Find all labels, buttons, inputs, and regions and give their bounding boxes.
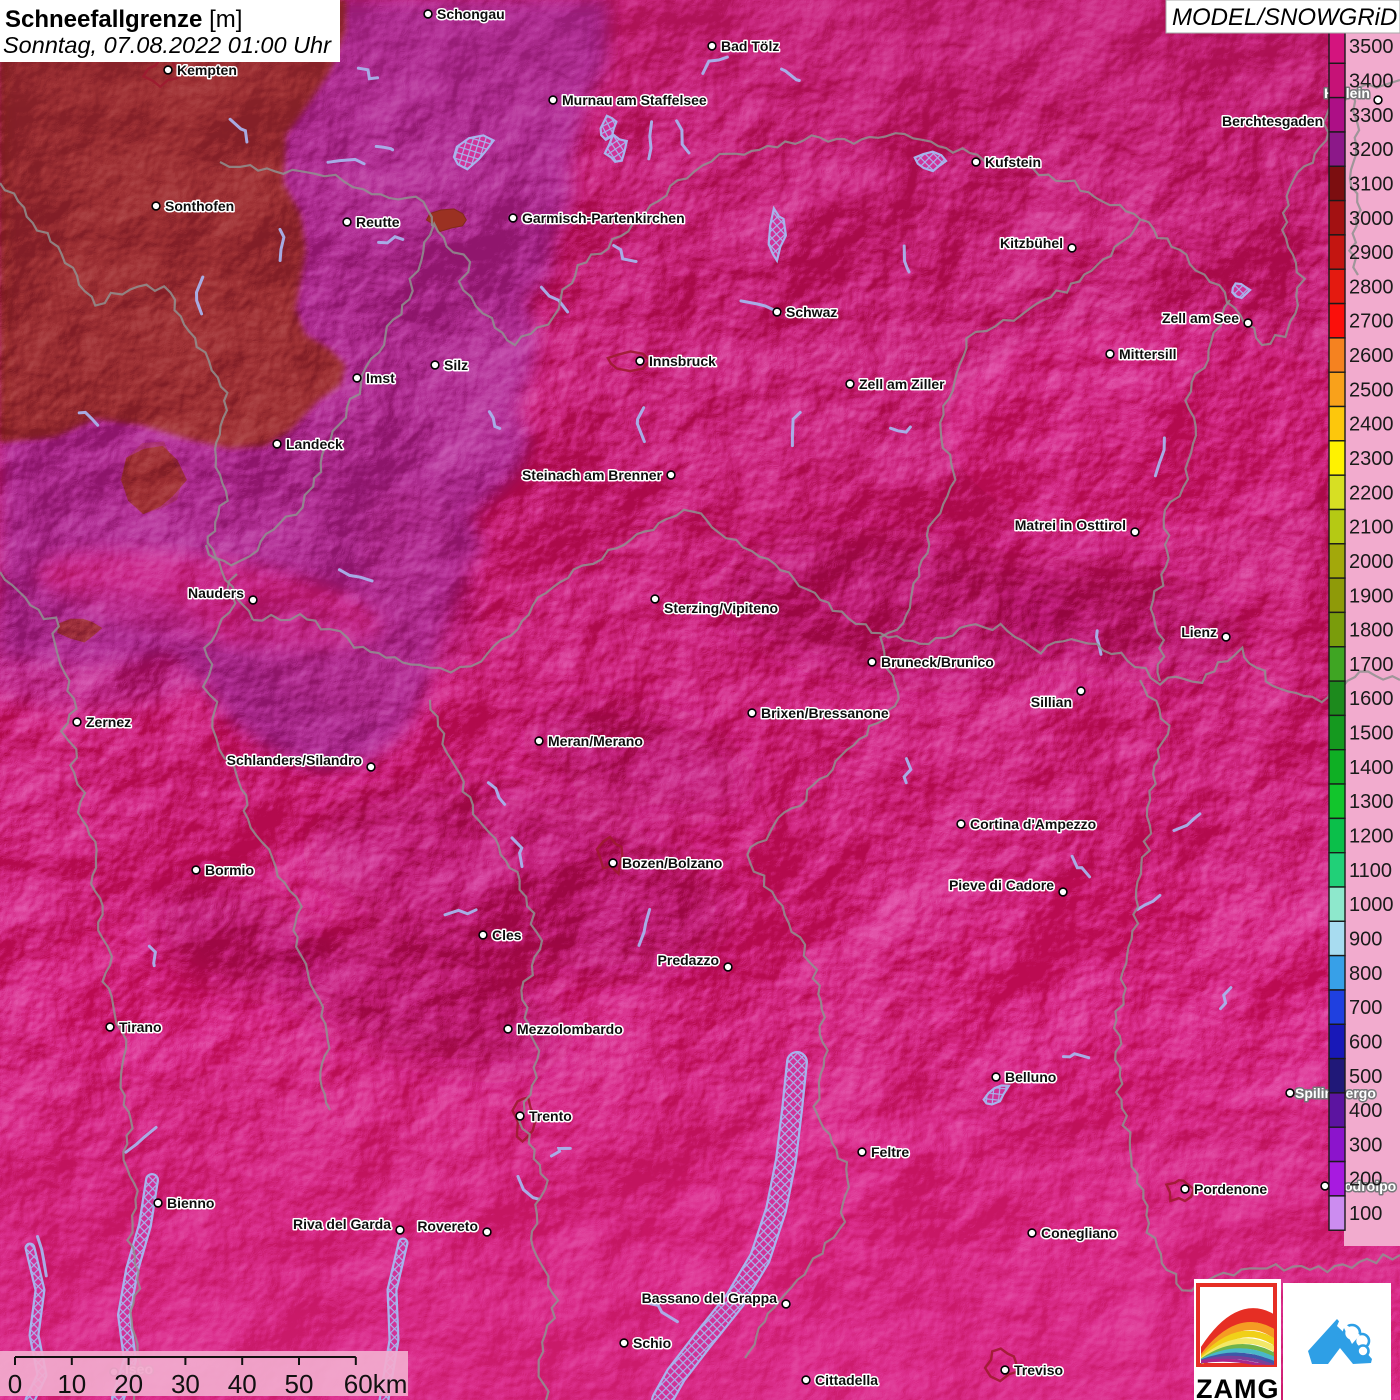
svg-text:Zell am See: Zell am See [1162, 310, 1239, 326]
svg-text:900: 900 [1349, 929, 1382, 951]
svg-text:2700: 2700 [1349, 311, 1394, 333]
svg-text:10: 10 [57, 1369, 86, 1399]
svg-text:Belluno: Belluno [1005, 1069, 1056, 1085]
svg-text:30: 30 [171, 1369, 200, 1399]
svg-text:100: 100 [1349, 1203, 1382, 1225]
svg-text:60km: 60km [344, 1369, 408, 1399]
svg-text:3200: 3200 [1349, 139, 1394, 161]
svg-text:Meran/Merano: Meran/Merano [548, 733, 643, 749]
svg-text:Schwaz: Schwaz [786, 304, 837, 320]
svg-text:1600: 1600 [1349, 688, 1394, 710]
svg-text:Murnau am Staffelsee: Murnau am Staffelsee [562, 92, 707, 108]
svg-text:Conegliano: Conegliano [1041, 1225, 1117, 1241]
svg-text:Mittersill: Mittersill [1119, 346, 1177, 362]
svg-text:Silz: Silz [444, 357, 468, 373]
svg-text:1000: 1000 [1349, 894, 1394, 916]
svg-text:Rovereto: Rovereto [417, 1218, 478, 1234]
svg-text:Landeck: Landeck [286, 436, 343, 452]
svg-text:Reutte: Reutte [356, 214, 400, 230]
svg-text:Lienz: Lienz [1181, 624, 1217, 640]
svg-text:Sonntag, 07.08.2022 01:00 Uhr: Sonntag, 07.08.2022 01:00 Uhr [3, 32, 332, 58]
svg-text:Imst: Imst [366, 370, 395, 386]
svg-text:Schongau: Schongau [437, 6, 505, 22]
svg-text:Matrei in Osttirol: Matrei in Osttirol [1015, 517, 1126, 533]
svg-text:Feltre: Feltre [871, 1144, 909, 1160]
svg-text:Mezzolombardo: Mezzolombardo [517, 1021, 623, 1037]
svg-text:400: 400 [1349, 1100, 1382, 1122]
svg-text:Schneefallgrenze [m]: Schneefallgrenze [m] [5, 6, 242, 33]
svg-text:Bozen/Bolzano: Bozen/Bolzano [622, 855, 722, 871]
svg-text:3000: 3000 [1349, 208, 1394, 230]
svg-text:3400: 3400 [1349, 71, 1394, 93]
svg-text:50: 50 [285, 1369, 314, 1399]
svg-text:500: 500 [1349, 1066, 1382, 1088]
svg-text:Bruneck/Brunico: Bruneck/Brunico [881, 654, 994, 670]
svg-text:1200: 1200 [1349, 826, 1394, 848]
svg-text:1800: 1800 [1349, 620, 1394, 642]
svg-text:Pieve di Cadore: Pieve di Cadore [949, 877, 1054, 893]
svg-text:Berchtesgaden: Berchtesgaden [1222, 113, 1323, 129]
svg-text:1300: 1300 [1349, 791, 1394, 813]
svg-text:2800: 2800 [1349, 276, 1394, 298]
svg-text:Tirano: Tirano [119, 1019, 162, 1035]
svg-text:1400: 1400 [1349, 757, 1394, 779]
svg-text:Zell am Ziller: Zell am Ziller [859, 376, 945, 392]
svg-text:Innsbruck: Innsbruck [649, 353, 716, 369]
svg-text:700: 700 [1349, 997, 1382, 1019]
svg-text:2200: 2200 [1349, 482, 1394, 504]
svg-text:2600: 2600 [1349, 345, 1394, 367]
svg-text:2100: 2100 [1349, 517, 1394, 539]
svg-text:ZAMG: ZAMG [1196, 1374, 1279, 1400]
svg-text:2000: 2000 [1349, 551, 1394, 573]
svg-text:Cortina d'Ampezzo: Cortina d'Ampezzo [970, 816, 1096, 832]
svg-text:Bormio: Bormio [205, 862, 254, 878]
svg-text:1900: 1900 [1349, 585, 1394, 607]
svg-text:2300: 2300 [1349, 448, 1394, 470]
svg-text:2400: 2400 [1349, 414, 1394, 436]
svg-text:Schio: Schio [633, 1335, 671, 1351]
svg-text:Nauders: Nauders [188, 585, 244, 601]
svg-text:Bienno: Bienno [167, 1195, 214, 1211]
svg-text:0: 0 [8, 1369, 22, 1399]
svg-text:2900: 2900 [1349, 242, 1394, 264]
svg-text:Sonthofen: Sonthofen [165, 198, 234, 214]
svg-text:800: 800 [1349, 963, 1382, 985]
svg-text:Bad Tölz: Bad Tölz [721, 38, 779, 54]
svg-text:1500: 1500 [1349, 723, 1394, 745]
svg-text:3100: 3100 [1349, 173, 1394, 195]
svg-text:600: 600 [1349, 1031, 1382, 1053]
svg-text:3300: 3300 [1349, 105, 1394, 127]
svg-text:40: 40 [228, 1369, 257, 1399]
svg-text:Trento: Trento [529, 1108, 572, 1124]
svg-text:1700: 1700 [1349, 654, 1394, 676]
svg-text:Kempten: Kempten [177, 62, 237, 78]
svg-text:Bassano del Grappa: Bassano del Grappa [642, 1290, 778, 1306]
svg-text:Predazzo: Predazzo [658, 952, 719, 968]
svg-text:Treviso: Treviso [1014, 1362, 1063, 1378]
svg-text:Schlanders/Silandro: Schlanders/Silandro [227, 752, 362, 768]
svg-text:Kufstein: Kufstein [985, 154, 1041, 170]
svg-text:Garmisch-Partenkirchen: Garmisch-Partenkirchen [522, 210, 685, 226]
svg-text:Pordenone: Pordenone [1194, 1181, 1267, 1197]
svg-text:Cles: Cles [492, 927, 522, 943]
svg-text:Zernez: Zernez [86, 714, 131, 730]
svg-text:Kitzbühel: Kitzbühel [1000, 235, 1063, 251]
svg-text:Sterzing/Vipiteno: Sterzing/Vipiteno [664, 600, 778, 616]
svg-text:Sillian: Sillian [1031, 694, 1072, 710]
svg-text:20: 20 [114, 1369, 143, 1399]
svg-text:300: 300 [1349, 1134, 1382, 1156]
svg-text:1100: 1100 [1349, 860, 1392, 882]
svg-text:Brixen/Bressanone: Brixen/Bressanone [761, 705, 889, 721]
svg-text:MODEL/SNOWGRiD: MODEL/SNOWGRiD [1172, 4, 1397, 31]
svg-text:Cittadella: Cittadella [815, 1372, 878, 1388]
svg-text:3500: 3500 [1349, 36, 1394, 58]
svg-text:Steinach am Brenner: Steinach am Brenner [522, 467, 663, 483]
svg-text:Riva del Garda: Riva del Garda [293, 1216, 391, 1232]
svg-text:200: 200 [1349, 1169, 1382, 1191]
svg-text:2500: 2500 [1349, 379, 1394, 401]
